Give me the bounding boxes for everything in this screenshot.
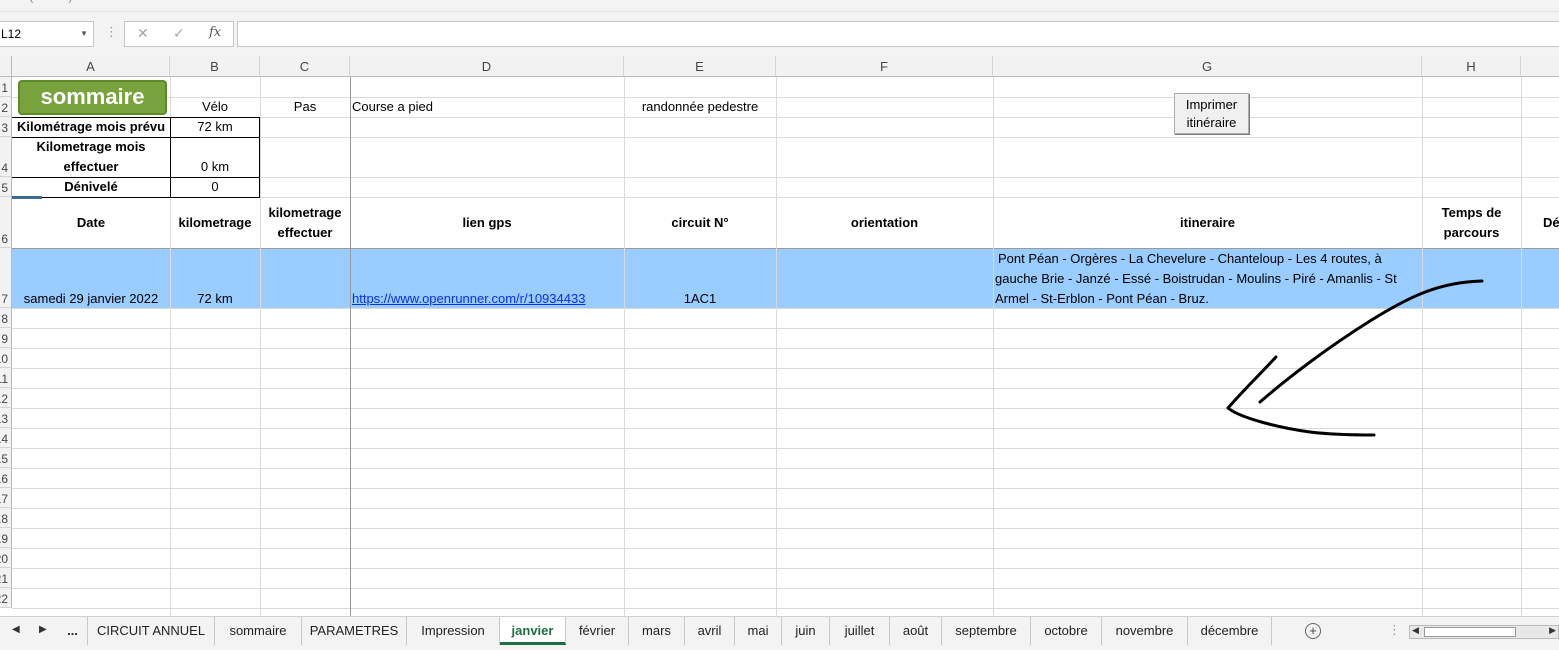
- scrollbar-thumb[interactable]: [1424, 627, 1516, 637]
- forward-arrow-icon[interactable]: ›: [68, 0, 72, 7]
- insert-function-icon[interactable]: fx: [209, 25, 221, 40]
- tab-juillet[interactable]: juillet: [830, 617, 890, 645]
- tab-janvier[interactable]: janvier: [500, 617, 566, 645]
- tab-octobre[interactable]: octobre: [1031, 617, 1102, 645]
- tab-splitter-icon[interactable]: ⋮: [1388, 622, 1401, 638]
- tab-novembre[interactable]: novembre: [1102, 617, 1188, 645]
- spreadsheet-grid[interactable]: A B C D E F G H 1 2 3 4 5 6 7 8 9 10 11 …: [0, 56, 1559, 616]
- enter-icon[interactable]: ✓: [173, 25, 185, 42]
- tab-more[interactable]: ...: [58, 617, 88, 645]
- horizontal-scrollbar[interactable]: ◀ ▶: [1409, 625, 1559, 639]
- tab-parametres[interactable]: PARAMETRES: [302, 617, 407, 645]
- name-box[interactable]: L12 ▼: [0, 21, 94, 47]
- tab-fevrier[interactable]: février: [566, 617, 629, 645]
- sheet-tab-bar: ◀ ▶ ... CIRCUIT ANNUEL sommaire PARAMETR…: [0, 616, 1559, 650]
- formula-buttons: ✕ ✓ fx: [124, 21, 234, 47]
- tab-aout[interactable]: août: [890, 617, 942, 645]
- drag-handle-icon[interactable]: ⋮: [105, 25, 118, 39]
- tab-mai[interactable]: mai: [735, 617, 782, 645]
- chevron-down-icon[interactable]: ▼: [80, 22, 88, 46]
- title-strip: ‹ ›: [0, 0, 1559, 12]
- annotation-arrow-icon: [1226, 279, 1484, 437]
- formula-input[interactable]: [237, 21, 1559, 47]
- tab-circuit-annuel[interactable]: CIRCUIT ANNUEL: [88, 617, 215, 645]
- tab-mars[interactable]: mars: [629, 617, 685, 645]
- tab-avril[interactable]: avril: [685, 617, 735, 645]
- scroll-left-icon[interactable]: ◀: [1412, 625, 1419, 636]
- cancel-icon[interactable]: ✕: [137, 25, 149, 42]
- formula-bar: L12 ▼ ⋮ ✕ ✓ fx: [0, 12, 1559, 56]
- tab-scroll-left-icon[interactable]: ◀: [12, 624, 20, 635]
- scroll-right-icon[interactable]: ▶: [1549, 625, 1556, 636]
- tab-impression[interactable]: Impression: [407, 617, 500, 645]
- tab-scroll-right-icon[interactable]: ▶: [39, 624, 47, 635]
- tab-juin[interactable]: juin: [782, 617, 830, 645]
- tab-septembre[interactable]: septembre: [942, 617, 1031, 645]
- excel-window: ‹ › L12 ▼ ⋮ ✕ ✓ fx A B C D E F G H 1 2 3: [0, 0, 1559, 650]
- add-sheet-icon[interactable]: +: [1305, 623, 1321, 639]
- tab-sommaire[interactable]: sommaire: [215, 617, 302, 645]
- name-box-value: L12: [1, 27, 22, 41]
- tab-decembre[interactable]: décembre: [1188, 617, 1272, 645]
- back-arrow-icon[interactable]: ‹: [30, 0, 34, 7]
